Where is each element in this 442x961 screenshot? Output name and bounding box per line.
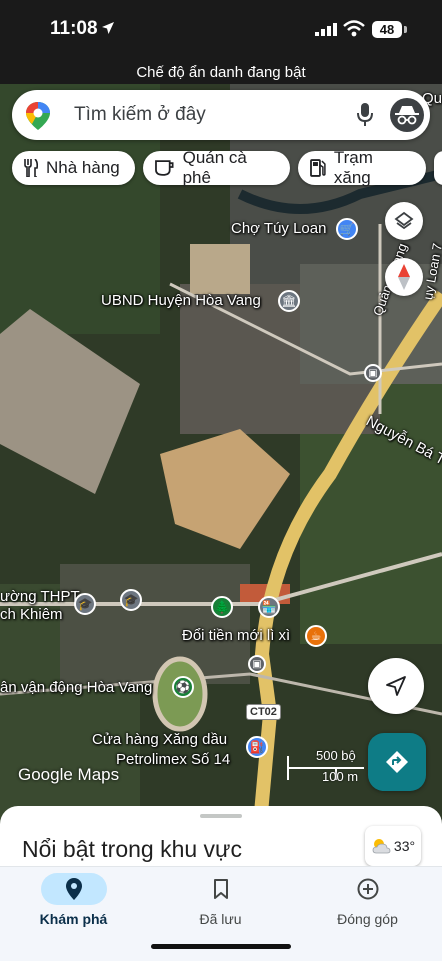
- gas-station-pin-icon[interactable]: ⛽: [246, 736, 268, 758]
- map-scale: 500 bộ 100 m: [286, 748, 366, 791]
- scale-feet: 500 bộ: [316, 748, 356, 763]
- shop-pin-icon[interactable]: 🏪: [258, 596, 280, 618]
- compass-button[interactable]: [385, 258, 423, 296]
- chip-more[interactable]: [434, 151, 442, 185]
- nav-saved-label: Đã lưu: [199, 911, 242, 927]
- map-label-thpt-line1[interactable]: ường THPT: [0, 588, 80, 605]
- bus-stop-icon-2[interactable]: ▣: [364, 364, 382, 382]
- nav-explore-label: Khám phá: [39, 911, 108, 927]
- navigation-arrow-icon: [386, 676, 406, 696]
- fork-knife-icon: [24, 159, 38, 177]
- directions-button[interactable]: [368, 733, 426, 791]
- chip-gas-stations[interactable]: Trạm xăng: [298, 148, 426, 187]
- nav-contribute-indicator: [335, 873, 401, 905]
- sheet-drag-handle[interactable]: [200, 814, 242, 818]
- chip-restaurants[interactable]: Nhà hàng: [12, 151, 135, 185]
- coffee-cup-icon: [155, 160, 174, 176]
- map-label-van-dong[interactable]: ân vận động Hòa Vang: [0, 679, 152, 696]
- government-pin-icon[interactable]: 🏛: [278, 290, 300, 312]
- home-indicator[interactable]: [151, 944, 291, 949]
- bus-stop-icon[interactable]: ▣: [248, 655, 266, 673]
- status-time: 11:08: [50, 18, 98, 39]
- bookmark-icon: [214, 879, 228, 899]
- road-shield-ct02: CT02: [246, 704, 281, 720]
- directions-icon: [386, 751, 408, 773]
- school-pin-icon[interactable]: 🎓: [74, 593, 96, 615]
- my-location-button[interactable]: [368, 658, 424, 714]
- layers-button[interactable]: [385, 202, 423, 240]
- market-pin-icon[interactable]: 🛒: [336, 218, 358, 240]
- add-circle-icon: [357, 878, 379, 900]
- wifi-icon: [343, 20, 365, 37]
- cellular-signal-icon: [315, 23, 337, 36]
- gas-pump-icon: [310, 159, 326, 177]
- park-pin-icon[interactable]: 🌲: [211, 596, 233, 618]
- chip-label: Nhà hàng: [46, 158, 120, 177]
- satellite-imagery: [0, 84, 442, 824]
- chip-label: Trạm xăng: [333, 148, 373, 187]
- map-label-doi-tien[interactable]: Đổi tiền mới lì xì: [182, 627, 290, 644]
- cafe-pin-icon[interactable]: ☕: [305, 625, 327, 647]
- search-input[interactable]: Tìm kiếm ở đây: [74, 104, 206, 126]
- nav-contribute-label: Đóng góp: [337, 911, 398, 927]
- map-label-cho-tuy-loan[interactable]: Chợ Túy Loan: [231, 220, 326, 237]
- partly-cloudy-icon: [372, 839, 391, 854]
- weather-chip[interactable]: 33°: [365, 826, 421, 866]
- sheet-title: Nổi bật trong khu vực: [22, 836, 242, 862]
- incognito-avatar-icon[interactable]: [390, 98, 424, 132]
- stadium-pin-icon[interactable]: ⚽: [172, 676, 194, 698]
- microphone-icon[interactable]: [357, 103, 373, 127]
- location-arrow-icon: [102, 22, 114, 34]
- chip-cafes[interactable]: Quán cà phê: [143, 148, 290, 187]
- google-maps-logo-icon: [26, 102, 50, 130]
- weather-temperature: 33°: [393, 838, 416, 854]
- explore-pin-icon: [66, 878, 82, 900]
- compass-icon: [398, 264, 410, 290]
- nav-explore-indicator: [41, 873, 107, 905]
- layers-icon: [394, 211, 414, 230]
- incognito-banner: Chế độ ẩn danh đang bật: [0, 62, 442, 84]
- school-pin-icon-2[interactable]: 🎓: [120, 589, 142, 611]
- nav-explore[interactable]: Khám phá: [0, 867, 147, 961]
- map-label-cua-hang-line1[interactable]: Cửa hàng Xăng dầu: [92, 731, 227, 748]
- scale-meters: 100 m: [322, 769, 359, 784]
- map-label-thpt-line2[interactable]: ch Khiêm: [0, 606, 63, 623]
- search-bar[interactable]: Tìm kiếm ở đây: [12, 90, 430, 140]
- map-view[interactable]: Chợ Túy Loan 🛒 UBND Huyện Hòa Vang 🏛 Quả…: [0, 84, 442, 824]
- battery-indicator: 48: [372, 21, 402, 38]
- nav-saved-indicator: [188, 873, 254, 905]
- map-label-cua-hang-line2[interactable]: Petrolimex Số 14: [116, 751, 230, 768]
- google-maps-attribution: Google Maps: [18, 765, 120, 784]
- battery-tip: [404, 26, 407, 33]
- nav-contribute[interactable]: Đóng góp: [294, 867, 441, 961]
- chip-label: Quán cà phê: [182, 148, 247, 187]
- map-label-ubnd[interactable]: UBND Huyện Hòa Vang: [101, 292, 261, 309]
- status-bar: 11:08 48: [0, 0, 442, 62]
